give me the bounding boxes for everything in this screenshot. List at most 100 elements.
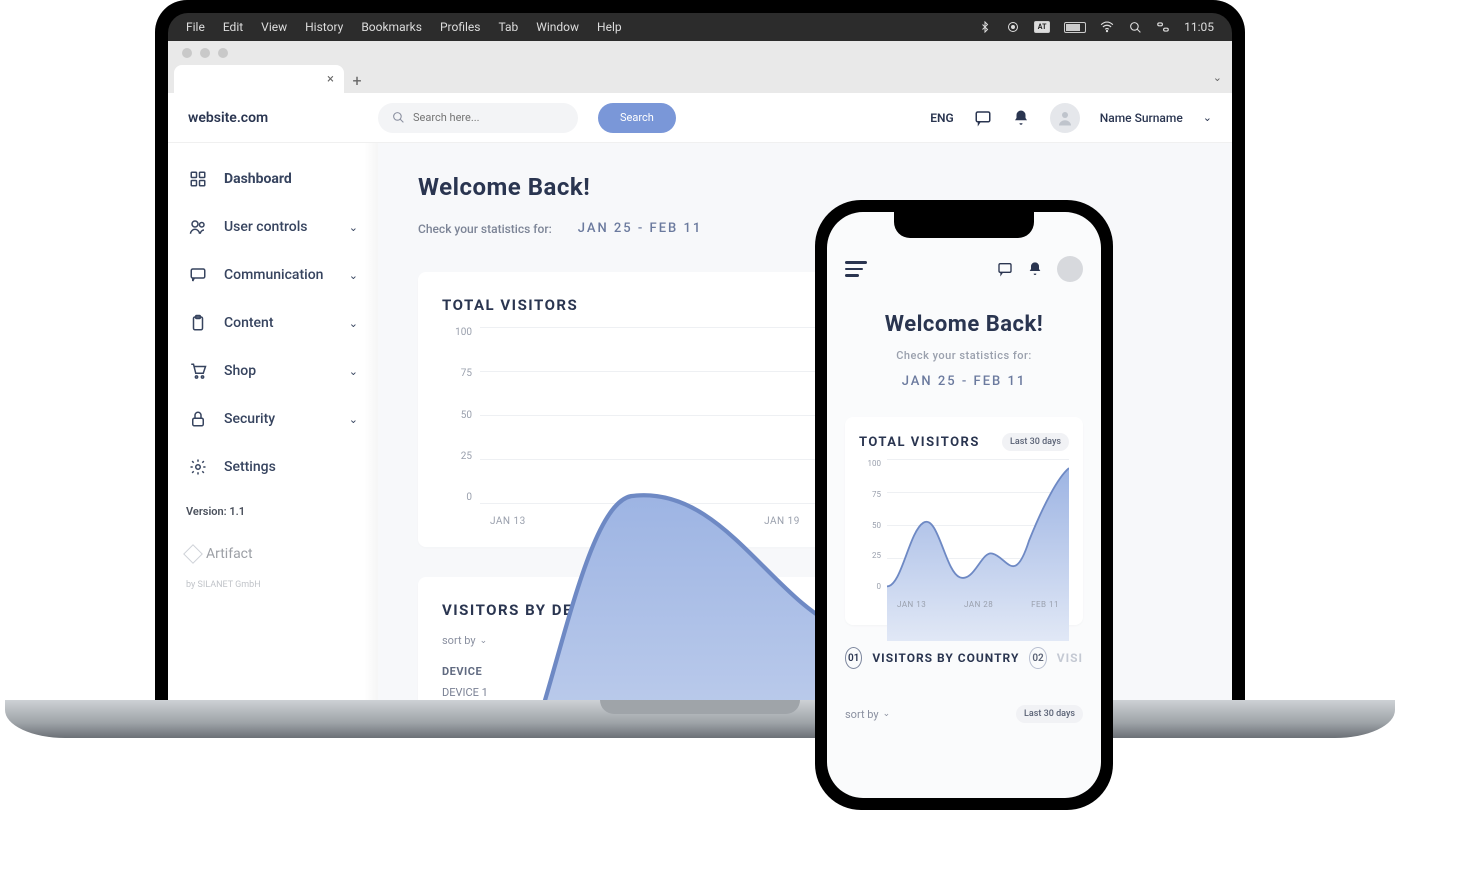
mac-menu-history[interactable]: History: [305, 20, 343, 34]
menu-icon[interactable]: [845, 261, 867, 277]
phone-card-total-visitors: TOTAL VISITORS Last 30 days 100 75 50 25…: [845, 417, 1083, 625]
product-by: by SILANET GmbH: [186, 580, 261, 590]
mac-menu-profiles[interactable]: Profiles: [440, 20, 481, 34]
section-01-badge[interactable]: 01: [845, 647, 862, 669]
search-wrap: [378, 103, 578, 133]
mac-menu-window[interactable]: Window: [536, 20, 579, 34]
language-switch[interactable]: ENG: [930, 111, 953, 125]
chevron-down-icon: ⌄: [883, 709, 891, 719]
x-axis: JAN 13 JAN 28 FEB 11: [887, 600, 1069, 609]
sidebar-item-communication[interactable]: Communication ⌄: [178, 251, 368, 299]
sidebar-item-label: Shop: [224, 363, 256, 379]
browser-tab-row: × + ⌄: [168, 65, 1232, 93]
sidebar-item-shop[interactable]: Shop ⌄: [178, 347, 368, 395]
card-title: TOTAL VISITORS: [859, 435, 980, 450]
notifications-icon[interactable]: [1027, 261, 1043, 277]
x-tick: JAN 13: [897, 600, 926, 609]
search-button[interactable]: Search: [598, 103, 676, 133]
sort-by-label: sort by: [442, 634, 476, 647]
control-center-icon[interactable]: [1156, 20, 1170, 34]
topbar-right: ENG Name Surname ⌄: [930, 103, 1212, 133]
chevron-down-icon: ⌄: [349, 413, 358, 426]
y-tick: 50: [442, 410, 472, 421]
mac-menu-view[interactable]: View: [261, 20, 287, 34]
chat-icon: [188, 265, 208, 285]
traffic-lights: [168, 41, 1232, 65]
chart-total-visitors-mobile: 100 75 50 25 0: [859, 459, 1069, 609]
bluetooth-icon[interactable]: [978, 20, 992, 34]
messages-icon[interactable]: [974, 109, 992, 127]
users-icon: [188, 217, 208, 237]
y-axis: 100 75 50 25 0: [859, 459, 881, 591]
chevron-down-icon: ⌄: [349, 269, 358, 282]
new-tab-button[interactable]: +: [344, 67, 370, 93]
phone-topbar: [845, 256, 1083, 282]
traffic-max[interactable]: [218, 48, 228, 58]
sidebar-item-dashboard[interactable]: Dashboard: [178, 155, 368, 203]
battery-icon[interactable]: [1064, 22, 1086, 33]
browser-tab[interactable]: ×: [174, 65, 344, 93]
mac-menu-tab[interactable]: Tab: [498, 20, 518, 34]
area-chart: [887, 459, 1069, 641]
search-icon[interactable]: [1128, 20, 1142, 34]
search-icon: [392, 111, 405, 124]
y-tick: 25: [442, 451, 472, 462]
phone-content: Welcome Back! Check your statistics for:…: [827, 212, 1101, 723]
sidebar-item-label: Dashboard: [224, 171, 292, 187]
sidebar-item-label: Settings: [224, 459, 276, 475]
user-menu-chevron-icon[interactable]: ⌄: [1203, 111, 1212, 124]
input-icon[interactable]: AT: [1034, 21, 1050, 33]
mac-clock[interactable]: 11:05: [1184, 20, 1214, 34]
phone-frame: Welcome Back! Check your statistics for:…: [815, 200, 1113, 810]
phone-topbar-right: [997, 256, 1083, 282]
tabs-dropdown-icon[interactable]: ⌄: [1213, 71, 1222, 84]
mac-menu-bookmarks[interactable]: Bookmarks: [361, 20, 422, 34]
notifications-icon[interactable]: [1012, 109, 1030, 127]
stats-range[interactable]: JAN 25 - FEB 11: [845, 374, 1083, 389]
y-tick: 100: [859, 459, 881, 468]
section-02-badge[interactable]: 02: [1029, 647, 1046, 669]
avatar[interactable]: [1057, 256, 1083, 282]
brand: website.com: [188, 110, 358, 126]
chevron-down-icon: ⌄: [349, 317, 358, 330]
traffic-close[interactable]: [182, 48, 192, 58]
product-name: Artifact: [206, 546, 253, 562]
sidebar-item-user-controls[interactable]: User controls ⌄: [178, 203, 368, 251]
search-input[interactable]: [413, 111, 564, 124]
sidebar-footer: Version: 1.1 Artifact by SILANET GmbH: [186, 505, 261, 590]
x-tick: JAN 19: [764, 516, 800, 527]
mac-menu-file[interactable]: File: [186, 20, 205, 34]
product-logo-icon: [183, 544, 203, 564]
y-tick: 50: [859, 521, 881, 530]
avatar[interactable]: [1050, 103, 1080, 133]
x-tick: FEB 11: [1031, 600, 1059, 609]
traffic-min[interactable]: [200, 48, 210, 58]
mac-menu-edit[interactable]: Edit: [223, 20, 243, 34]
laptop-trackpad-notch: [600, 700, 800, 714]
user-name: Name Surname: [1100, 111, 1183, 125]
x-tick: JAN 13: [490, 516, 526, 527]
section-01-label[interactable]: VISITORS BY COUNTRY: [872, 651, 1019, 665]
sort-by-label: sort by: [845, 708, 879, 721]
wifi-icon[interactable]: [1100, 20, 1114, 34]
close-tab-icon[interactable]: ×: [327, 72, 334, 87]
version-label: Version: 1.1: [186, 505, 261, 518]
messages-icon[interactable]: [997, 261, 1013, 277]
sidebar-item-content[interactable]: Content ⌄: [178, 299, 368, 347]
card-head: TOTAL VISITORS Last 30 days: [859, 433, 1069, 451]
section-02-label[interactable]: VISI: [1057, 651, 1083, 665]
sidebar-item-security[interactable]: Security ⌄: [178, 395, 368, 443]
sidebar-item-label: Security: [224, 411, 275, 427]
product-brand: Artifact: [186, 546, 261, 562]
sidebar-item-settings[interactable]: Settings: [178, 443, 368, 491]
record-icon[interactable]: [1006, 20, 1020, 34]
phone-notch: [894, 212, 1034, 238]
mac-menu-help[interactable]: Help: [597, 20, 622, 34]
stats-range[interactable]: JAN 25 - FEB 11: [566, 215, 715, 242]
range-pill[interactable]: Last 30 days: [1016, 705, 1083, 723]
y-tick: 100: [442, 327, 472, 338]
page-title: Welcome Back!: [845, 312, 1083, 337]
range-pill[interactable]: Last 30 days: [1002, 433, 1069, 451]
sort-by[interactable]: sort by ⌄: [845, 708, 890, 721]
stats-for-label: Check your statistics for:: [418, 222, 552, 236]
